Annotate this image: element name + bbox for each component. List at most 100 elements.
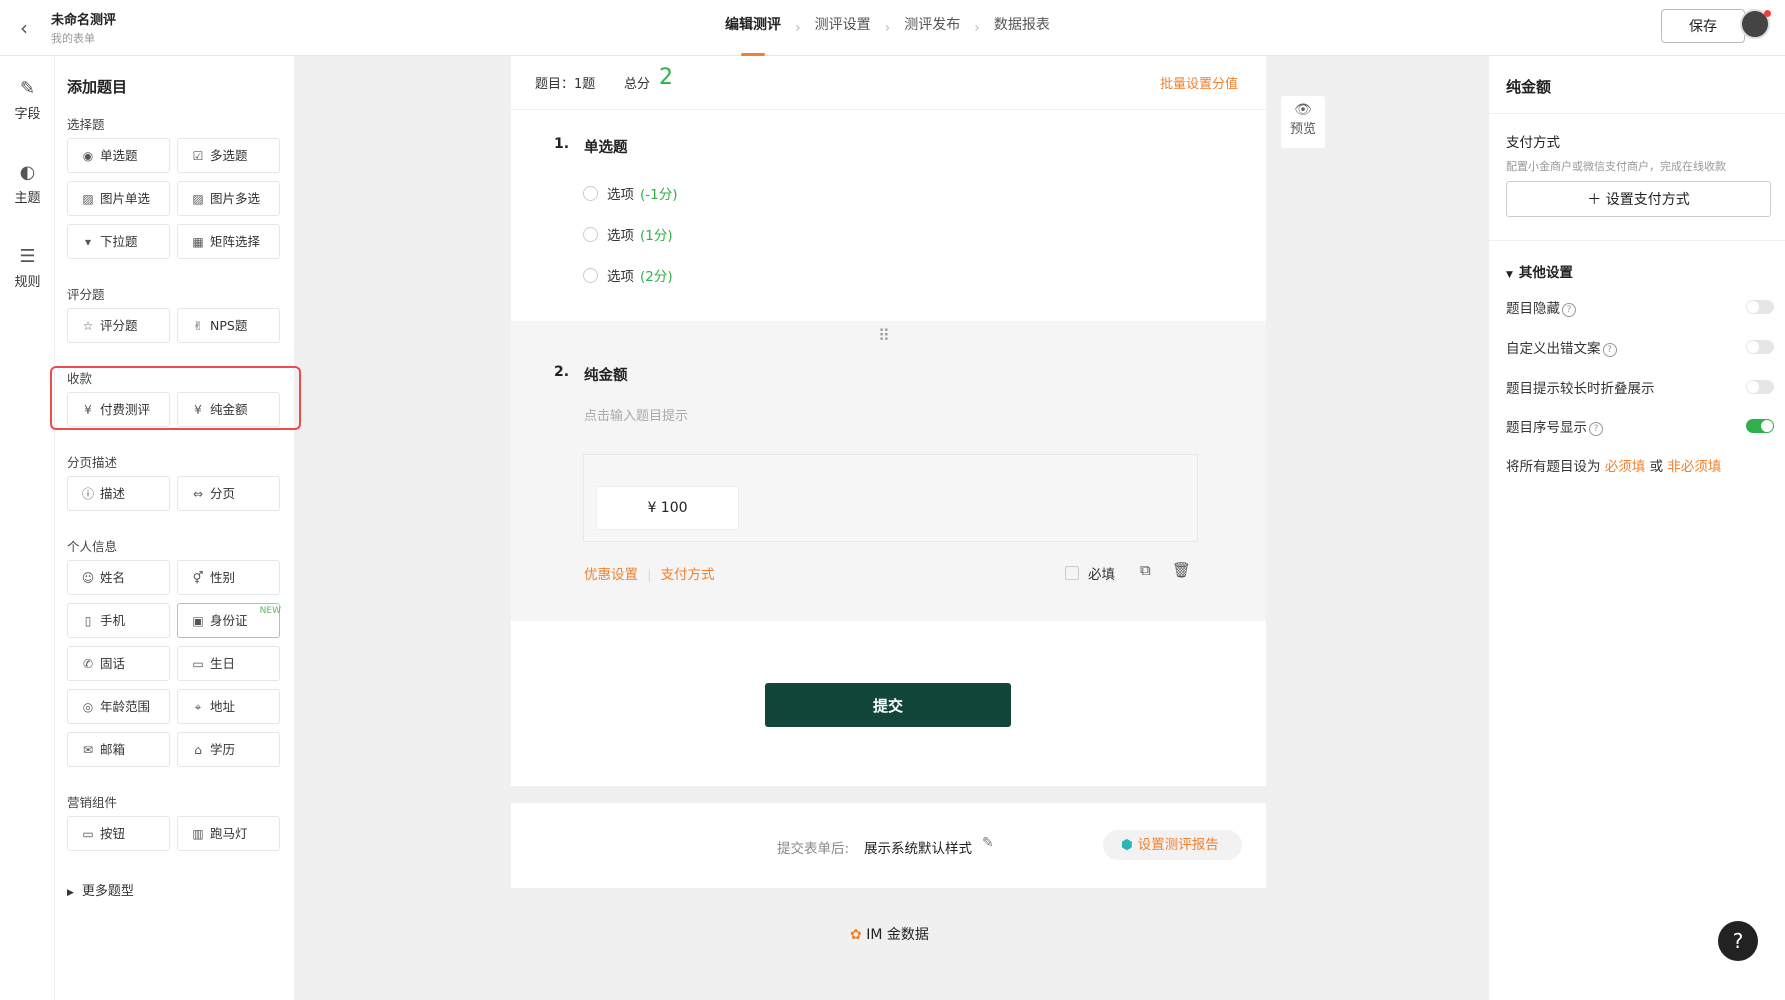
set-report-button[interactable]: ⬢ 设置测评报告 [1103, 830, 1242, 860]
q1-option[interactable]: 选项 (1分) [583, 224, 673, 244]
discount-settings-link[interactable]: 优惠设置 [584, 567, 638, 583]
image-icon: ▨ [82, 192, 94, 206]
tab-report[interactable]: 数据报表 [994, 0, 1050, 56]
divider [1489, 113, 1785, 114]
required-label: 必填 [1088, 567, 1115, 583]
add-birthday-button[interactable]: ▭ 生日 [177, 646, 280, 681]
after-submit-label: 提交表单后: [777, 841, 850, 857]
telephone-icon: ✆ [82, 657, 94, 671]
payment-method-link[interactable]: 支付方式 [661, 567, 715, 583]
section-personal: 个人信息 [67, 539, 118, 554]
tab-edit[interactable]: 编辑测评 [725, 0, 781, 56]
add-age-range-button[interactable]: ◎ 年龄范围 [67, 689, 170, 724]
add-multi-choice-button[interactable]: ☑ 多选题 [177, 138, 280, 173]
setting-hide-question: 题目隐藏? [1506, 297, 1576, 317]
rail-fields[interactable]: ✎ 字段 [0, 78, 55, 122]
user-icon: ☺ [81, 571, 95, 585]
add-image-multi-button[interactable]: ▨ 图片多选 [177, 181, 280, 216]
add-education-button[interactable]: ⌂ 学历 [177, 732, 280, 767]
add-matrix-button[interactable]: ▦ 矩阵选择 [177, 224, 280, 259]
back-icon[interactable]: ‹ [20, 16, 28, 40]
set-payment-button[interactable]: ＋ 设置支付方式 [1506, 181, 1771, 217]
add-image-single-button[interactable]: ▨ 图片单选 [67, 181, 170, 216]
panel-title: 添加题目 [67, 78, 128, 96]
page-break-icon: ⇔ [192, 487, 204, 501]
add-rating-button[interactable]: ☆ 评分题 [67, 308, 170, 343]
rail-rules[interactable]: ☰ 规则 [0, 246, 55, 290]
chevron-right-icon: › [795, 20, 801, 36]
q1-option[interactable]: 选项 (2分) [583, 265, 673, 285]
show-number-toggle[interactable] [1746, 419, 1774, 433]
q2-hint[interactable]: 点击输入题目提示 [584, 405, 688, 424]
submit-button[interactable]: 提交 [765, 683, 1011, 727]
add-pagination-button[interactable]: ⇔ 分页 [177, 476, 280, 511]
help-icon[interactable]: ? [1562, 303, 1576, 317]
add-gender-button[interactable]: ⚥ 性别 [177, 560, 280, 595]
q2-block-selected[interactable]: ⠿ 2. 纯金额 点击输入题目提示 ¥ 100 优惠设置 | 支付方式 必填 ⧉ 🗑 [511, 321, 1266, 621]
setting-collapse-hint: 题目提示较长时折叠展示 [1506, 377, 1655, 397]
rail-theme[interactable]: ◐ 主题 [0, 162, 55, 206]
add-email-button[interactable]: ✉ 邮箱 [67, 732, 170, 767]
trash-icon[interactable]: 🗑 [1172, 561, 1191, 579]
add-button-component[interactable]: ▭ 按钮 [67, 816, 170, 851]
add-single-choice-button[interactable]: ◉ 单选题 [67, 138, 170, 173]
label: 单选题 [100, 148, 138, 163]
total-score-label: 总分 [624, 77, 651, 92]
radio-icon [583, 267, 598, 283]
help-icon[interactable]: ? [1602, 343, 1617, 357]
batch-score-link[interactable]: 批量设置分值 [1160, 73, 1238, 92]
rail-theme-label: 主题 [14, 191, 41, 206]
drag-handle-icon[interactable]: ⠿ [878, 326, 891, 345]
rail-rules-label: 规则 [14, 275, 41, 290]
more-types-toggle[interactable]: ▶ 更多题型 [67, 880, 134, 899]
q1-option[interactable]: 选项 (-1分) [583, 183, 678, 203]
add-id-card-button[interactable]: ▣ 身份证 NEW [177, 603, 281, 638]
custom-error-toggle[interactable] [1746, 340, 1774, 354]
other-settings-toggle[interactable]: ▼ 其他设置 [1506, 261, 1573, 281]
hide-question-toggle[interactable] [1746, 300, 1774, 314]
radio-icon [583, 226, 598, 242]
add-phone-button[interactable]: ▯ 手机 [67, 603, 170, 638]
add-address-button[interactable]: ⌖ 地址 [177, 689, 280, 724]
preview-button[interactable]: 👁 预览 [1281, 96, 1325, 148]
checkbox-icon [1065, 566, 1079, 580]
label: 固话 [100, 656, 126, 671]
amount-value[interactable]: ¥ 100 [596, 486, 739, 530]
section-choice: 选择题 [67, 117, 105, 132]
radio-icon: ◉ [82, 149, 94, 163]
save-button[interactable]: 保存 [1661, 9, 1745, 43]
set-all-required-link[interactable]: 必须填 [1605, 459, 1646, 475]
option-score: (2分) [640, 269, 673, 285]
label: 描述 [100, 486, 126, 501]
add-marquee-button[interactable]: ▥ 跑马灯 [177, 816, 280, 851]
payment-method-title: 支付方式 [1506, 135, 1560, 151]
collapse-hint-toggle[interactable] [1746, 380, 1774, 394]
q2-title[interactable]: 纯金额 [584, 364, 628, 385]
checkbox-icon: ☑ [192, 149, 204, 163]
caret-right-icon: ▶ [67, 888, 74, 898]
help-icon[interactable]: ? [1589, 422, 1603, 436]
label: 年龄范围 [100, 699, 151, 714]
tab-settings[interactable]: 测评设置 [815, 0, 871, 56]
more-types-label: 更多题型 [81, 884, 134, 899]
option-score: (-1分) [640, 187, 678, 203]
graduation-cap-icon: ⌂ [194, 743, 202, 757]
tab-publish[interactable]: 测评发布 [904, 0, 960, 56]
option-label: 选项 [607, 228, 634, 244]
copy-icon[interactable]: ⧉ [1140, 561, 1151, 579]
new-badge: NEW [259, 606, 281, 616]
help-button[interactable]: ? [1718, 921, 1758, 961]
required-toggle[interactable]: 必填 [1065, 563, 1115, 583]
pencil-icon[interactable]: ✎ [982, 835, 994, 851]
add-dropdown-button[interactable]: ▾ 下拉题 [67, 224, 170, 259]
q1-title[interactable]: 单选题 [584, 136, 628, 157]
option-score: (1分) [640, 228, 673, 244]
edit-doc-icon: ✎ [19, 78, 36, 99]
doc-title[interactable]: 未命名测评 [51, 9, 116, 28]
set-all-optional-link[interactable]: 非必须填 [1667, 459, 1721, 475]
add-landline-button[interactable]: ✆ 固话 [67, 646, 170, 681]
add-describe-button[interactable]: ⓘ 描述 [67, 476, 170, 511]
total-score-value: 2 [659, 65, 673, 90]
add-nps-button[interactable]: ✌ NPS题 [177, 308, 280, 343]
add-name-button[interactable]: ☺ 姓名 [67, 560, 170, 595]
